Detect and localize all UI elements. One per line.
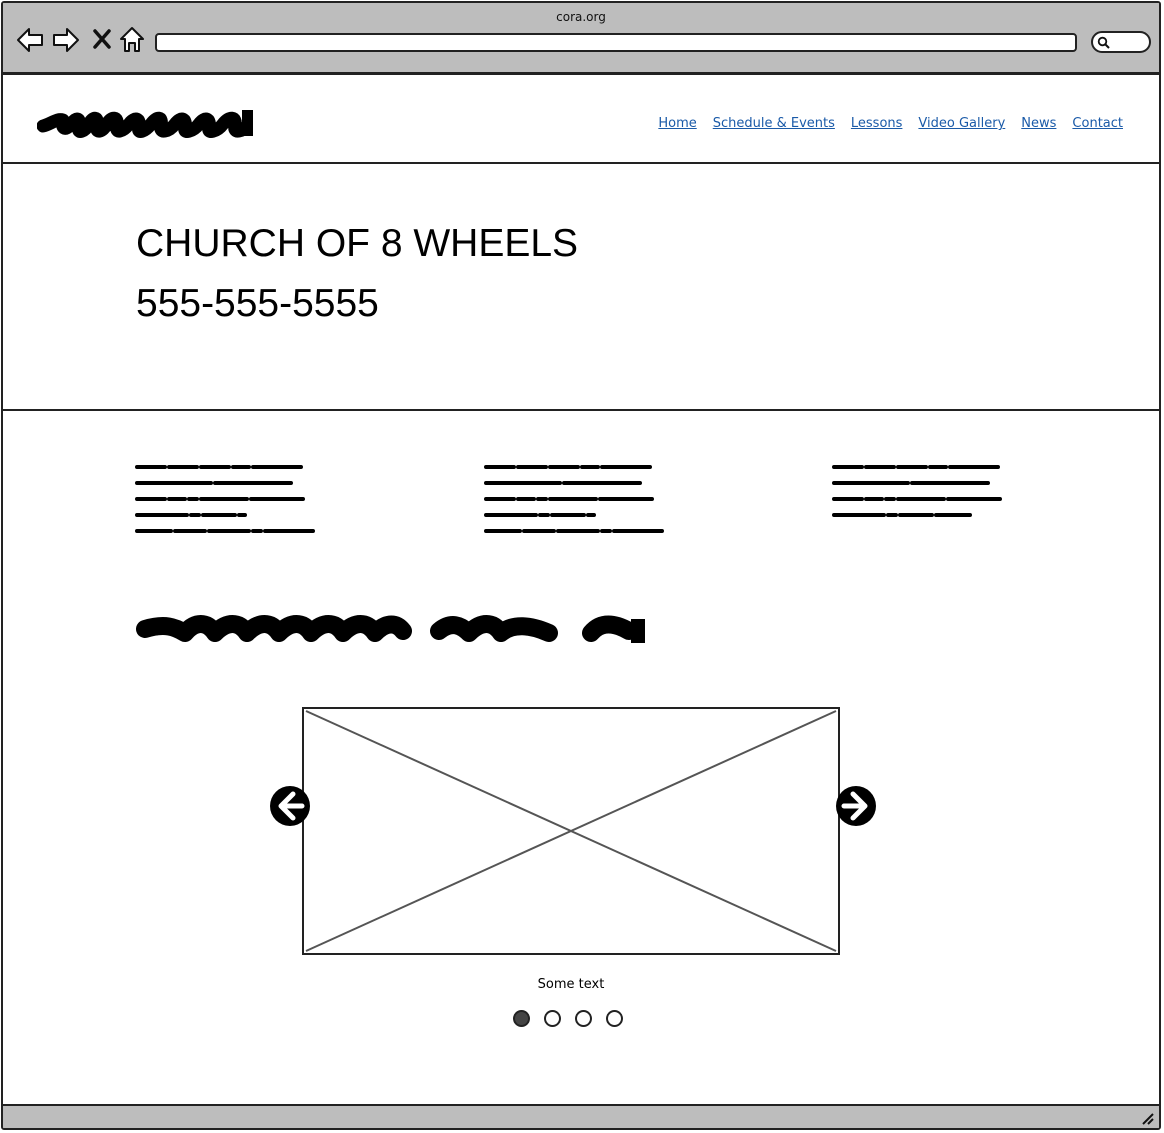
placeholder-text-column-1 xyxy=(135,465,315,533)
carousel-dot-2[interactable] xyxy=(544,1010,561,1027)
resize-grip-icon[interactable] xyxy=(1139,1110,1155,1126)
page-title: CHURCH OF 8 WHEELS xyxy=(136,222,579,265)
main-nav: Home Schedule & Events Lessons Video Gal… xyxy=(658,116,1123,131)
nav-contact[interactable]: Contact xyxy=(1072,116,1123,131)
phone-number: 555-555-5555 xyxy=(136,282,379,325)
nav-home[interactable]: Home xyxy=(658,116,696,131)
nav-video-gallery[interactable]: Video Gallery xyxy=(918,116,1005,131)
carousel-next-arrow-icon[interactable] xyxy=(835,785,877,827)
carousel-dot-1[interactable] xyxy=(513,1010,530,1027)
nav-news[interactable]: News xyxy=(1021,116,1056,131)
nav-schedule-events[interactable]: Schedule & Events xyxy=(713,116,835,131)
placeholder-text-column-2 xyxy=(484,465,664,533)
carousel-pagination xyxy=(513,1010,623,1027)
placeholder-headline xyxy=(136,615,645,643)
address-bar[interactable] xyxy=(155,33,1077,52)
carousel-image-placeholder xyxy=(302,707,840,955)
browser-status-bar xyxy=(3,1104,1159,1128)
carousel-prev-arrow-icon[interactable] xyxy=(269,785,311,827)
nav-lessons[interactable]: Lessons xyxy=(851,116,903,131)
site-header: Home Schedule & Events Lessons Video Gal… xyxy=(3,78,1159,164)
browser-toolbar: cora.org xyxy=(3,3,1159,75)
hero-section: CHURCH OF 8 WHEELS 555-555-5555 xyxy=(3,164,1159,411)
forward-icon[interactable] xyxy=(51,25,81,55)
browser-search-button[interactable] xyxy=(1091,31,1151,53)
site-logo[interactable] xyxy=(37,102,253,142)
image-placeholder-cross xyxy=(305,710,837,952)
browser-window: cora.org Home Schedule & Events Lessons … xyxy=(1,1,1161,1130)
carousel-caption: Some text xyxy=(537,977,605,992)
home-icon[interactable] xyxy=(117,25,147,55)
back-icon[interactable] xyxy=(15,25,45,55)
search-icon xyxy=(1097,36,1110,49)
url-title: cora.org xyxy=(556,10,606,24)
carousel-dot-4[interactable] xyxy=(606,1010,623,1027)
placeholder-text-column-3 xyxy=(832,465,1002,517)
carousel-dot-3[interactable] xyxy=(575,1010,592,1027)
close-icon[interactable] xyxy=(89,25,119,55)
